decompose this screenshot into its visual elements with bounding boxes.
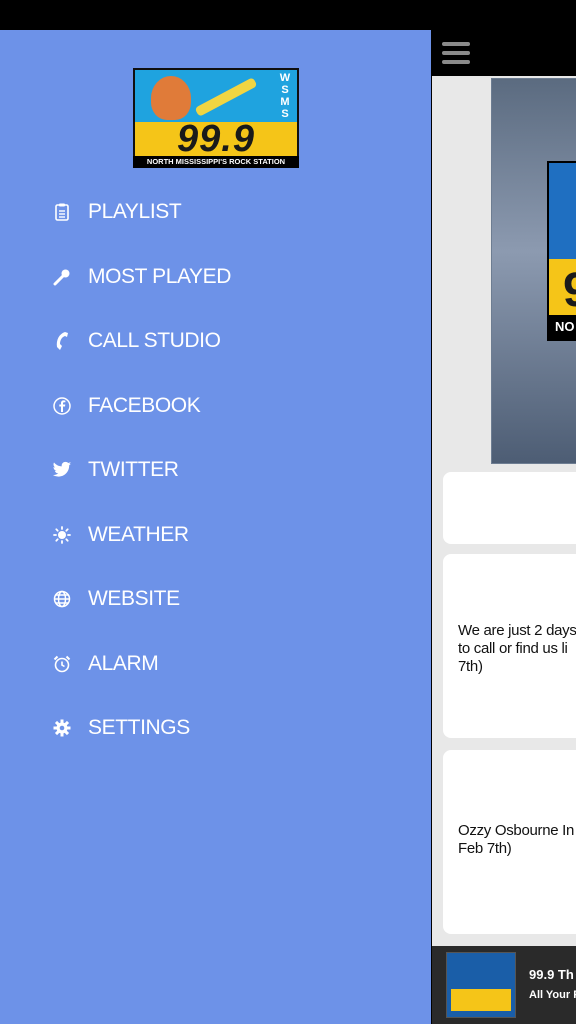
news-card-text: We are just 2 days to call or find us li… (458, 622, 576, 675)
menu-item-playlist[interactable]: PLAYLIST (0, 180, 431, 245)
menu-item-website[interactable]: WEBSITE (0, 567, 431, 632)
player-subtitle: All Your F (529, 989, 576, 1001)
hero-image: 9 NO (491, 78, 576, 464)
globe-icon (52, 589, 72, 609)
alarm-clock-icon (52, 654, 72, 674)
menu-item-label: FACEBOOK (88, 393, 201, 417)
menu-item-facebook[interactable]: FACEBOOK (0, 374, 431, 439)
menu-item-call-studio[interactable]: CALL STUDIO (0, 309, 431, 374)
news-card[interactable]: Ozzy Osbourne In Feb 7th) (443, 750, 576, 934)
drawer-menu: PLAYLIST MOST PLAYED CALL STUDIO FACEBOO… (0, 180, 431, 761)
menu-item-weather[interactable]: WEATHER (0, 503, 431, 568)
menu-item-label: TWITTER (88, 458, 179, 482)
main-content: 9 NO We are just 2 days to call or find … (432, 30, 576, 1024)
logo-frequency: 99.9 (177, 118, 255, 160)
now-playing-bar[interactable]: 99.9 Th All Your F (432, 946, 576, 1024)
menu-item-label: ALARM (88, 651, 159, 675)
phone-icon (52, 331, 72, 351)
status-bar (0, 0, 576, 30)
menu-item-label: SETTINGS (88, 716, 190, 740)
menu-item-alarm[interactable]: ALARM (0, 632, 431, 697)
mascot-graphic (151, 76, 191, 120)
twitter-icon (52, 460, 72, 480)
station-logo[interactable]: WSMS 99.9 NORTH MISSISSIPPI'S ROCK STATI… (133, 68, 299, 168)
microphone-icon (52, 267, 72, 287)
hero-logo-frequency: 9 (563, 263, 576, 318)
navigation-drawer: WSMS 99.9 NORTH MISSISSIPPI'S ROCK STATI… (0, 30, 431, 1024)
logo-tagline: NORTH MISSISSIPPI'S ROCK STATION (133, 156, 299, 168)
sun-icon (52, 525, 72, 545)
menu-item-label: WEATHER (88, 522, 189, 546)
menu-item-label: WEBSITE (88, 587, 180, 611)
hero-station-logo: 9 NO (547, 161, 576, 341)
gear-icon (52, 718, 72, 738)
menu-item-label: MOST PLAYED (88, 264, 232, 288)
menu-item-label: CALL STUDIO (88, 329, 221, 353)
logo-call-letters: WSMS (279, 72, 291, 120)
menu-item-label: PLAYLIST (88, 200, 182, 224)
player-thumbnail (446, 952, 516, 1018)
player-title: 99.9 Th (529, 967, 574, 982)
hero-logo-strip: NO (549, 315, 576, 339)
menu-item-settings[interactable]: SETTINGS (0, 696, 431, 761)
news-card[interactable]: We are just 2 days to call or find us li… (443, 554, 576, 738)
news-card-text: Ozzy Osbourne In Feb 7th) (458, 822, 575, 857)
guitar-graphic (194, 77, 258, 117)
clipboard-icon (52, 202, 72, 222)
menu-item-most-played[interactable]: MOST PLAYED (0, 245, 431, 310)
menu-item-twitter[interactable]: TWITTER (0, 438, 431, 503)
hamburger-menu-icon[interactable] (442, 42, 470, 64)
news-card[interactable] (443, 472, 576, 544)
facebook-icon (52, 396, 72, 416)
app-bar (432, 30, 576, 76)
